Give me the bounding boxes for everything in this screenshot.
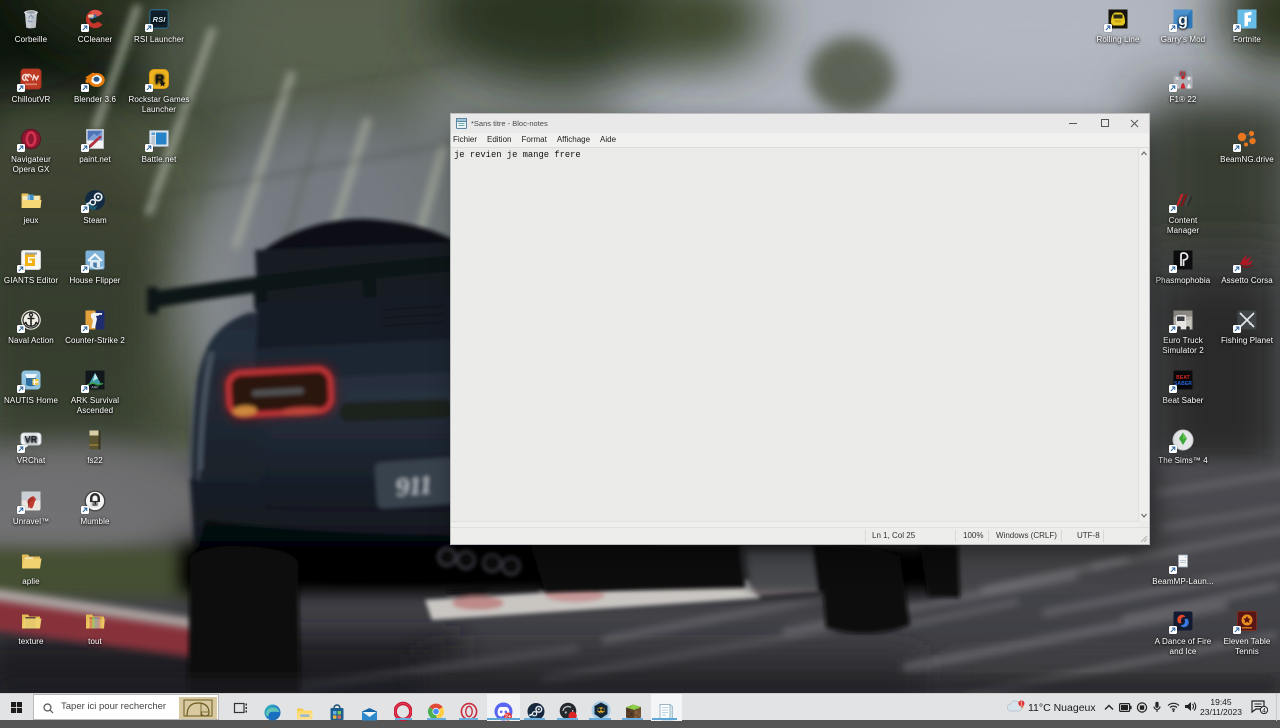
- svg-text:ARK: ARK: [91, 386, 99, 390]
- svg-text:4: 4: [1262, 708, 1266, 714]
- svg-text:1: 1: [1020, 702, 1023, 708]
- svg-text:RSI: RSI: [153, 15, 167, 24]
- svg-text:VR: VR: [25, 435, 38, 445]
- svg-text:BLE: BLE: [92, 502, 98, 506]
- svg-text:911: 911: [395, 472, 433, 502]
- svg-text:g: g: [1178, 12, 1188, 29]
